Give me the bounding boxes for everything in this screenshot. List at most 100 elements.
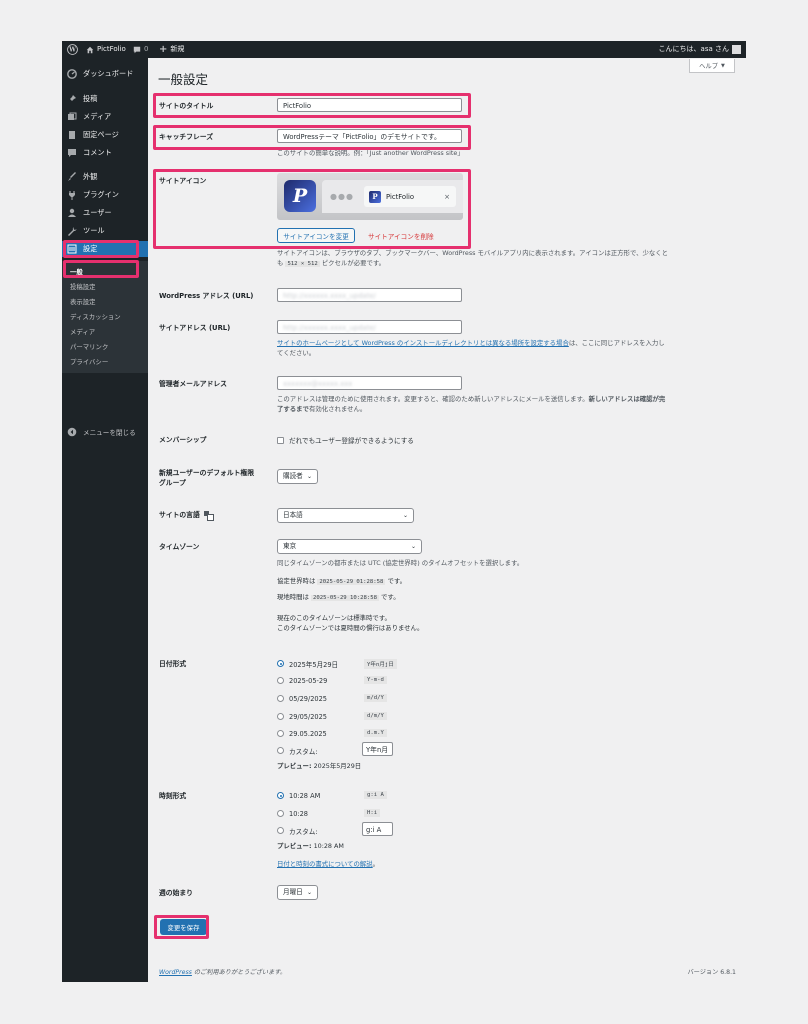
timezone-description: 同じタイムゾーンの都市または UTC (協定世界時) のタイムオフセットを選択し… (277, 559, 524, 567)
date-preview: プレビュー: 2025年5月29日 (277, 761, 361, 771)
admin-email-input[interactable]: xxxxxxx@xxxxx.xxx (277, 376, 462, 390)
date-option-4[interactable]: 29/05/2025 (277, 711, 327, 722)
wordpress-link[interactable]: WordPress (159, 969, 192, 976)
site-title-input[interactable]: PictFolio (277, 98, 462, 112)
local-suffix: です。 (381, 593, 400, 601)
radio-button[interactable] (277, 660, 284, 667)
submenu-item-privacy[interactable]: プライバシー (70, 357, 108, 366)
option-label: 05/29/2025 (289, 694, 328, 703)
comment-bubble-icon (133, 46, 141, 53)
email-value: xxxxxxx@xxxxx.xxx (283, 380, 353, 388)
utc-label: 協定世界時は (277, 577, 316, 585)
save-changes-button[interactable]: 変更を保存 (160, 919, 207, 935)
week-start-label: 週の始まり (159, 889, 193, 897)
wordpress-url-input[interactable]: http://xxxxxx.xxxx_update/ (277, 288, 462, 302)
sidebar-label: ツール (83, 226, 105, 235)
svg-text:W: W (68, 47, 76, 54)
utc-suffix: です。 (387, 577, 406, 585)
desc-strong: 了するまで (277, 405, 309, 413)
radio-button[interactable] (277, 677, 284, 684)
submenu-item-discussion[interactable]: ディスカッション (70, 312, 121, 321)
admin-email-desc-line2: 了するまで有効化されません。 (277, 404, 737, 414)
site-icon-desc-line2: も 512 × 512 ピクセルが必要です。 (277, 258, 737, 269)
sidebar-item-appearance[interactable]: 外観 (62, 169, 148, 185)
tab-title: PictFolio (386, 192, 415, 201)
timezone-select[interactable]: 東京 ⌄ (277, 539, 422, 554)
format-doc-link[interactable]: 日付と時刻の書式についての解説 (277, 860, 373, 868)
time-custom-input[interactable]: g:i A (362, 822, 393, 836)
collapse-menu-button[interactable]: メニューを閉じる (62, 424, 148, 440)
submenu-item-reading[interactable]: 表示設定 (70, 297, 96, 306)
submenu-item-permalinks[interactable]: パーマリンク (70, 342, 108, 351)
footer-thanks: WordPress のご利用ありがとうございます。 (159, 967, 286, 976)
submenu-item-media[interactable]: メディア (70, 327, 95, 336)
site-url-desc-line1: サイトのホームページとして WordPress のインストールディレクトリとは異… (277, 338, 737, 348)
time-option-2[interactable]: 10:28 (277, 808, 308, 819)
chevron-down-icon: ⌄ (306, 473, 312, 480)
sidebar-item-pages[interactable]: 固定ページ (62, 127, 148, 143)
tagline-input[interactable]: WordPressテーマ「PictFolio」のデモサイトです。 (277, 129, 462, 143)
sidebar-item-users[interactable]: ユーザー (62, 205, 148, 221)
format-code: d.m.Y (364, 729, 387, 737)
sidebar-label: コメント (83, 148, 112, 157)
time-option-1[interactable]: 10:28 AM (277, 790, 320, 801)
home-icon (86, 46, 94, 53)
site-name-link[interactable]: PictFolio (86, 41, 126, 58)
radio-button[interactable] (277, 792, 284, 799)
local-label: 現地時間は (277, 593, 309, 601)
selected-value: 購読者 (283, 472, 303, 480)
sidebar-label: ダッシュボード (83, 69, 134, 78)
sidebar-item-media[interactable]: メディア (62, 109, 148, 125)
membership-checkbox-row[interactable]: だれでもユーザー登録ができるようにする (277, 435, 414, 445)
date-option-5[interactable]: 29.05.2025 (277, 728, 327, 739)
radio-button[interactable] (277, 827, 284, 834)
dashboard-gauge-icon (67, 69, 77, 79)
format-code: m/d/Y (364, 694, 387, 702)
admin-bar: W PictFolio 0 + 新規 こんにちは、asa さん (62, 41, 746, 58)
site-language-select[interactable]: 日本語 ⌄ (277, 508, 414, 523)
radio-button[interactable] (277, 695, 284, 702)
sidebar-item-comments[interactable]: コメント (62, 145, 148, 161)
submenu-item-general[interactable]: 一般 (70, 267, 83, 276)
option-label: 2025年5月29日 (289, 660, 339, 669)
wordpress-url-label: WordPress アドレス (URL) (159, 292, 254, 300)
time-option-custom[interactable]: カスタム: (277, 825, 318, 836)
membership-checkbox[interactable] (277, 436, 284, 444)
comments-link[interactable]: 0 (133, 41, 148, 58)
new-content-link[interactable]: + 新規 (159, 41, 184, 58)
size-code: 512 × 512 (285, 261, 320, 267)
date-option-2[interactable]: 2025-05-29 (277, 675, 327, 686)
site-url-input[interactable]: http://xxxxxx.xxxx_update/ (277, 320, 462, 334)
date-option-custom[interactable]: カスタム: (277, 745, 318, 756)
radio-button[interactable] (277, 747, 284, 754)
my-account[interactable]: こんにちは、asa さん (659, 41, 741, 58)
date-custom-input[interactable]: Y年n月 (362, 742, 393, 756)
wordpress-logo-icon[interactable]: W (67, 41, 78, 58)
date-option-1[interactable]: 2025年5月29日 (277, 658, 338, 669)
help-tab-button[interactable]: ヘルプ ▼ (689, 59, 735, 73)
submenu-item-writing[interactable]: 投稿設定 (70, 282, 96, 291)
sidebar-item-settings[interactable]: 設定 (62, 241, 148, 257)
admin-email-label: 管理者メールアドレス (159, 380, 227, 388)
change-site-icon-button[interactable]: サイトアイコンを変更 (277, 228, 355, 243)
radio-button[interactable] (277, 730, 284, 737)
date-option-3[interactable]: 05/29/2025 (277, 693, 327, 704)
sidebar-item-plugins[interactable]: プラグイン (62, 187, 148, 203)
format-doc-row: 日付と時刻の書式についての解説。 (277, 859, 379, 869)
site-url-description: サイトのホームページとして WordPress のインストールディレクトリとは異… (277, 338, 737, 358)
option-label: カスタム: (289, 827, 318, 836)
default-role-select[interactable]: 購読者 ⌄ (277, 469, 318, 484)
date-format-label: 日付形式 (159, 660, 187, 668)
sidebar-item-dashboard[interactable]: ダッシュボード (62, 66, 148, 82)
sidebar-label: ユーザー (83, 208, 112, 217)
sidebar-item-posts[interactable]: 投稿 (62, 91, 148, 107)
sidebar-item-tools[interactable]: ツール (62, 223, 148, 239)
week-start-select[interactable]: 月曜日 ⌄ (277, 885, 318, 900)
comments-count: 0 (144, 45, 149, 53)
membership-option-label: だれでもユーザー登録ができるようにする (289, 437, 414, 445)
radio-button[interactable] (277, 713, 284, 720)
different-directory-link[interactable]: サイトのホームページとして WordPress のインストールディレクトリとは異… (277, 339, 569, 347)
site-url-label: サイトアドレス (URL) (159, 324, 231, 332)
remove-site-icon-link[interactable]: サイトアイコンを削除 (368, 231, 434, 241)
radio-button[interactable] (277, 810, 284, 817)
